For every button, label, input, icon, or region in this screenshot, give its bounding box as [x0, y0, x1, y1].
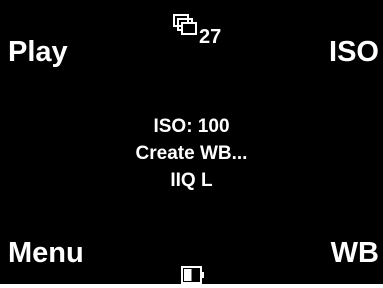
battery-fill [184, 269, 192, 281]
wb-button[interactable]: WB [331, 237, 379, 269]
camera-display: Play ISO Menu WB 27 ISO: 100 Create WB..… [0, 0, 383, 284]
white-balance-status: Create WB... [135, 143, 248, 164]
play-button[interactable]: Play [8, 36, 68, 68]
shots-remaining-value: 27 [199, 26, 222, 48]
file-format-status: IIQ L [170, 170, 213, 191]
iso-status: ISO: 100 [153, 116, 230, 137]
battery-icon [181, 266, 204, 284]
iso-button[interactable]: ISO [329, 36, 379, 68]
shots-remaining-counter: 27 [172, 13, 232, 47]
image-stack-icon [173, 14, 197, 35]
menu-button[interactable]: Menu [8, 237, 84, 269]
